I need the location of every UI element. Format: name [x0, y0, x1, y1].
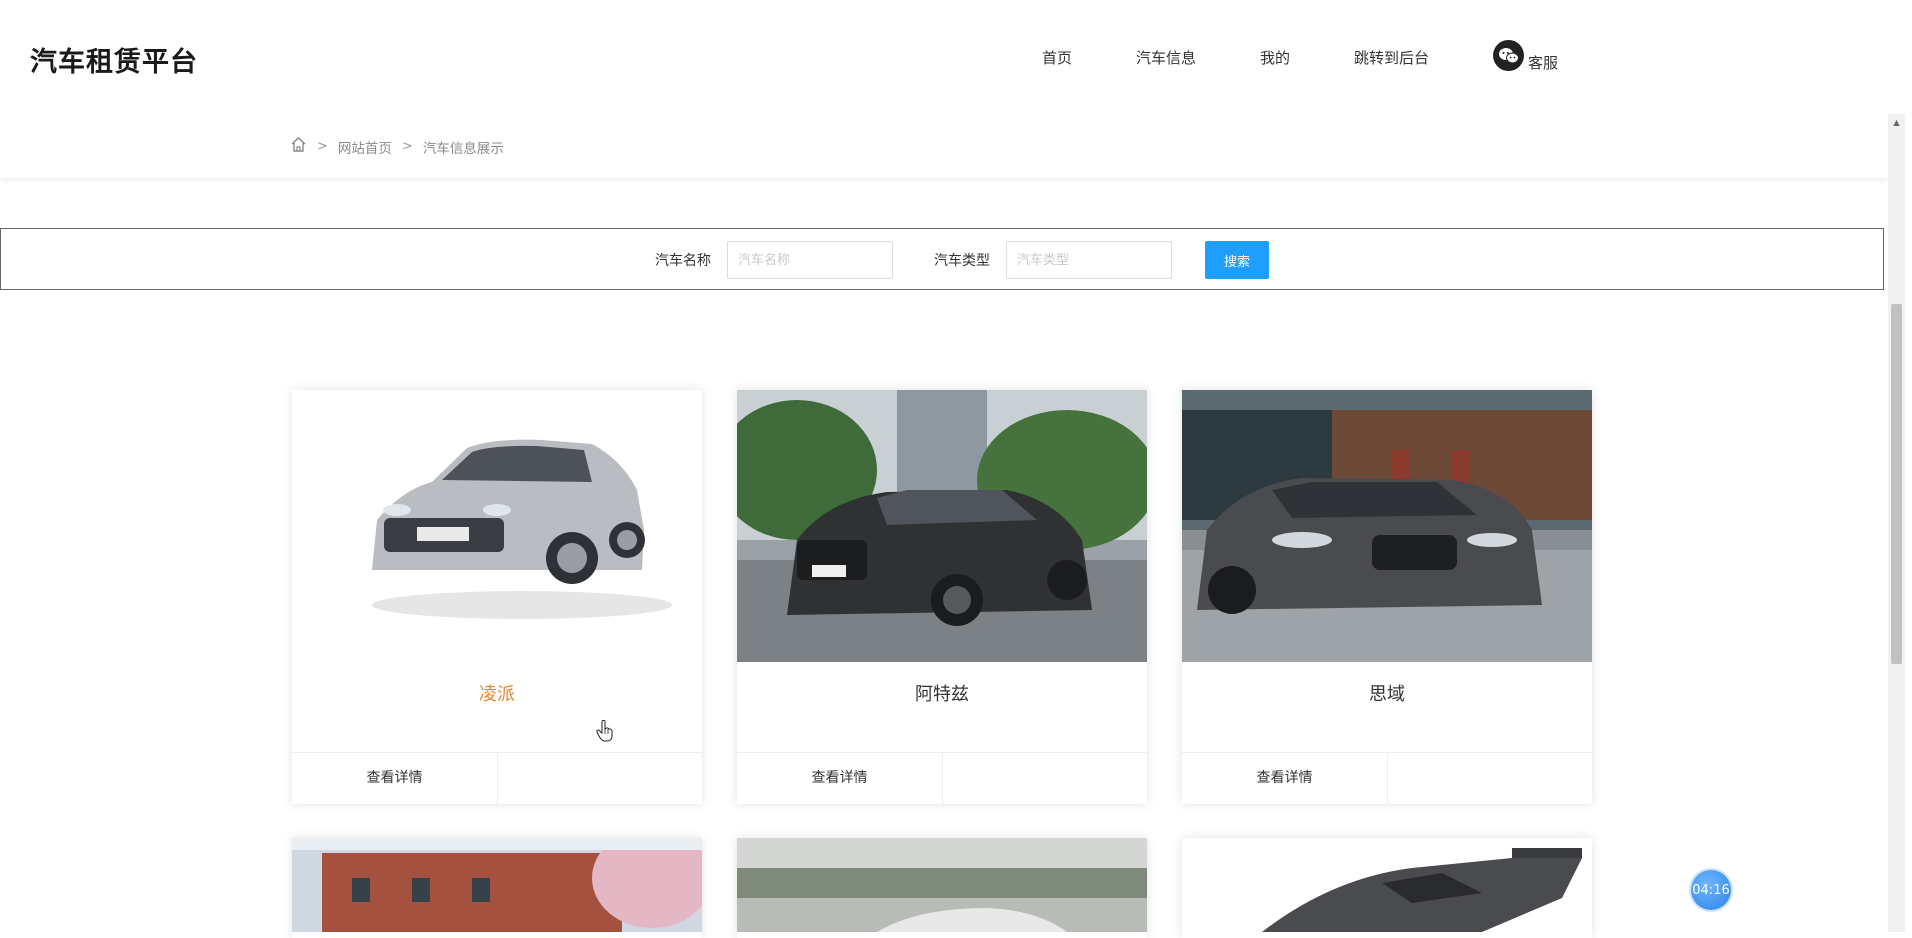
- car-image[interactable]: [292, 390, 702, 662]
- car-card[interactable]: [737, 838, 1147, 938]
- home-icon[interactable]: [290, 136, 307, 157]
- scrollbar-thumb[interactable]: [1891, 304, 1902, 664]
- car-image[interactable]: [292, 838, 702, 932]
- floating-timer-badge[interactable]: 04:16: [1691, 870, 1731, 910]
- nav-admin[interactable]: 跳转到后台: [1354, 47, 1429, 68]
- page-scrollbar[interactable]: ▲: [1888, 114, 1905, 932]
- card-action-empty: [942, 753, 1147, 805]
- chevron-right-icon: >: [401, 139, 413, 154]
- search-bar: 汽车名称 汽车类型 搜索: [0, 228, 1884, 290]
- customer-service-button[interactable]: 客服: [1493, 40, 1559, 72]
- car-name-label: 汽车名称: [655, 253, 711, 269]
- search-button[interactable]: 搜索: [1205, 241, 1269, 279]
- car-card[interactable]: 思域 查看详情: [1182, 390, 1592, 805]
- card-actions: 查看详情: [292, 752, 702, 805]
- breadcrumb-band: > 网站首页 > 汽车信息展示: [0, 114, 1888, 178]
- car-title[interactable]: 思域: [1182, 675, 1592, 715]
- car-card[interactable]: [1182, 838, 1592, 938]
- main-nav: 首页 汽车信息 我的 跳转到后台: [0, 47, 1888, 71]
- breadcrumb-home-link[interactable]: 网站首页: [338, 137, 392, 157]
- car-type-input[interactable]: [1006, 241, 1172, 279]
- breadcrumb: > 网站首页 > 汽车信息展示: [290, 136, 504, 157]
- car-image[interactable]: [737, 838, 1147, 932]
- car-image[interactable]: [737, 390, 1147, 662]
- chevron-right-icon: >: [317, 139, 328, 154]
- view-details-button[interactable]: 查看详情: [292, 753, 497, 805]
- nav-home[interactable]: 首页: [1042, 47, 1072, 68]
- car-image[interactable]: [1182, 838, 1592, 932]
- card-action-empty: [497, 753, 702, 805]
- card-action-empty: [1387, 753, 1592, 805]
- car-type-label: 汽车类型: [934, 253, 990, 269]
- scroll-up-icon[interactable]: ▲: [1888, 114, 1905, 131]
- car-card[interactable]: [292, 838, 702, 938]
- breadcrumb-current: 汽车信息展示: [422, 140, 504, 157]
- car-card[interactable]: 凌派 查看详情: [292, 390, 702, 805]
- view-details-button[interactable]: 查看详情: [737, 753, 942, 805]
- hand-cursor-icon: [596, 720, 614, 746]
- car-card[interactable]: 阿特兹 查看详情: [737, 390, 1147, 805]
- car-name-input[interactable]: [727, 241, 893, 279]
- car-title[interactable]: 凌派: [292, 675, 702, 715]
- customer-service-label: 客服: [1528, 54, 1559, 72]
- nav-mine[interactable]: 我的: [1260, 47, 1290, 68]
- card-actions: 查看详情: [737, 752, 1147, 805]
- nav-car-info[interactable]: 汽车信息: [1136, 47, 1196, 68]
- car-image[interactable]: [1182, 390, 1592, 662]
- site-header: 汽车租赁平台 首页 汽车信息 我的 跳转到后台 客服: [0, 0, 1888, 114]
- car-title[interactable]: 阿特兹: [737, 675, 1147, 715]
- view-details-button[interactable]: 查看详情: [1182, 753, 1387, 805]
- card-actions: 查看详情: [1182, 752, 1592, 805]
- wechat-icon: [1493, 40, 1524, 71]
